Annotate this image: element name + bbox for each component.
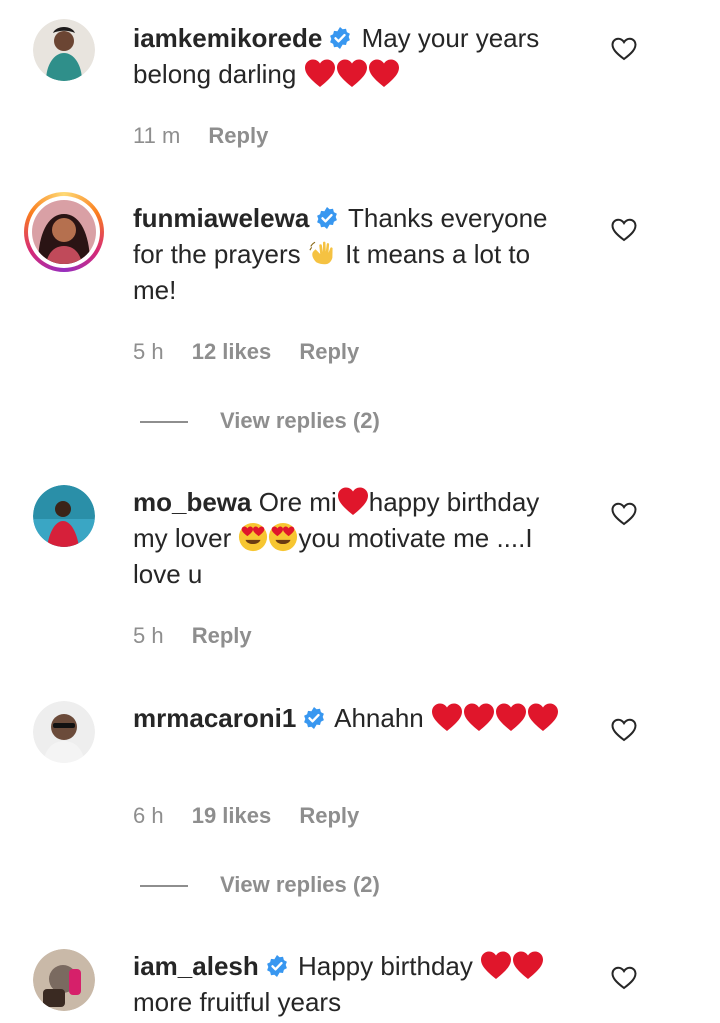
comment-text: mrmacaroni1 Ahnahn	[133, 700, 573, 736]
comment-text: iamkemikorede May your years belong darl…	[133, 20, 573, 92]
comment-meta: 11 m Reply	[133, 121, 290, 151]
reply-button[interactable]: Reply	[299, 339, 359, 364]
comment-meta: 5 h Reply	[133, 621, 274, 651]
comment-text: iam_alesh Happy birthday more fruitful y…	[133, 948, 573, 1020]
comment-time: 11 m	[133, 123, 181, 148]
avatar-image	[33, 949, 95, 1011]
avatar[interactable]	[33, 485, 95, 547]
comment-body: Happy birthday	[297, 951, 473, 981]
likes-count[interactable]: 12 likes	[192, 339, 272, 364]
replies-divider	[140, 421, 188, 424]
verified-badge-icon	[265, 954, 289, 978]
heart-eyes-emoji	[268, 522, 298, 552]
verified-badge-icon	[302, 706, 326, 730]
username[interactable]: iamkemikorede	[133, 23, 322, 53]
red-heart-emoji	[304, 59, 400, 89]
like-heart-icon[interactable]	[611, 218, 637, 242]
avatar-image	[33, 485, 95, 547]
like-heart-icon[interactable]	[611, 502, 637, 526]
comment-meta: 5 h 12 likes Reply	[133, 337, 381, 367]
red-heart-emoji	[431, 703, 559, 733]
comment-meta: 6 h 19 likes Reply	[133, 801, 381, 831]
comment-time: 5 h	[133, 623, 164, 648]
like-heart-icon[interactable]	[611, 718, 637, 742]
avatar-image	[33, 701, 95, 763]
view-replies-button[interactable]: View replies (2)	[140, 406, 380, 436]
view-replies-label: View replies (2)	[220, 408, 380, 433]
reply-button[interactable]: Reply	[192, 623, 252, 648]
verified-badge-icon	[328, 26, 352, 50]
comment-text: mo_bewa Ore mi happy birthday my lover yo…	[133, 484, 573, 592]
red-heart-emoji	[337, 486, 369, 516]
waving-hand-emoji	[308, 238, 338, 268]
comment-time: 6 h	[133, 803, 164, 828]
comment-time: 5 h	[133, 339, 164, 364]
view-replies-label: View replies (2)	[220, 872, 380, 897]
avatar[interactable]	[33, 19, 95, 81]
comment-body: Ahnahn	[334, 703, 424, 733]
username[interactable]: funmiawelewa	[133, 203, 309, 233]
reply-button[interactable]: Reply	[208, 123, 268, 148]
verified-badge-icon	[315, 206, 339, 230]
avatar-image	[33, 19, 95, 81]
username[interactable]: mrmacaroni1	[133, 703, 296, 733]
red-heart-emoji	[480, 951, 544, 981]
like-heart-icon[interactable]	[611, 966, 637, 990]
replies-divider	[140, 885, 188, 888]
comment-body-cont: more fruitful years	[133, 987, 342, 1017]
view-replies-button[interactable]: View replies (2)	[140, 870, 380, 900]
likes-count[interactable]: 19 likes	[192, 803, 272, 828]
username[interactable]: iam_alesh	[133, 951, 259, 981]
username[interactable]: mo_bewa	[133, 487, 252, 517]
avatar[interactable]	[33, 701, 95, 763]
avatar-story-ring[interactable]	[24, 192, 104, 272]
avatar-image	[32, 200, 96, 264]
reply-button[interactable]: Reply	[299, 803, 359, 828]
comment-text: funmiawelewa Thanks everyone for the pra…	[133, 200, 573, 308]
like-heart-icon[interactable]	[611, 37, 637, 61]
heart-eyes-emoji	[238, 522, 268, 552]
comment-body: Ore mi	[258, 487, 337, 517]
avatar[interactable]	[33, 949, 95, 1011]
